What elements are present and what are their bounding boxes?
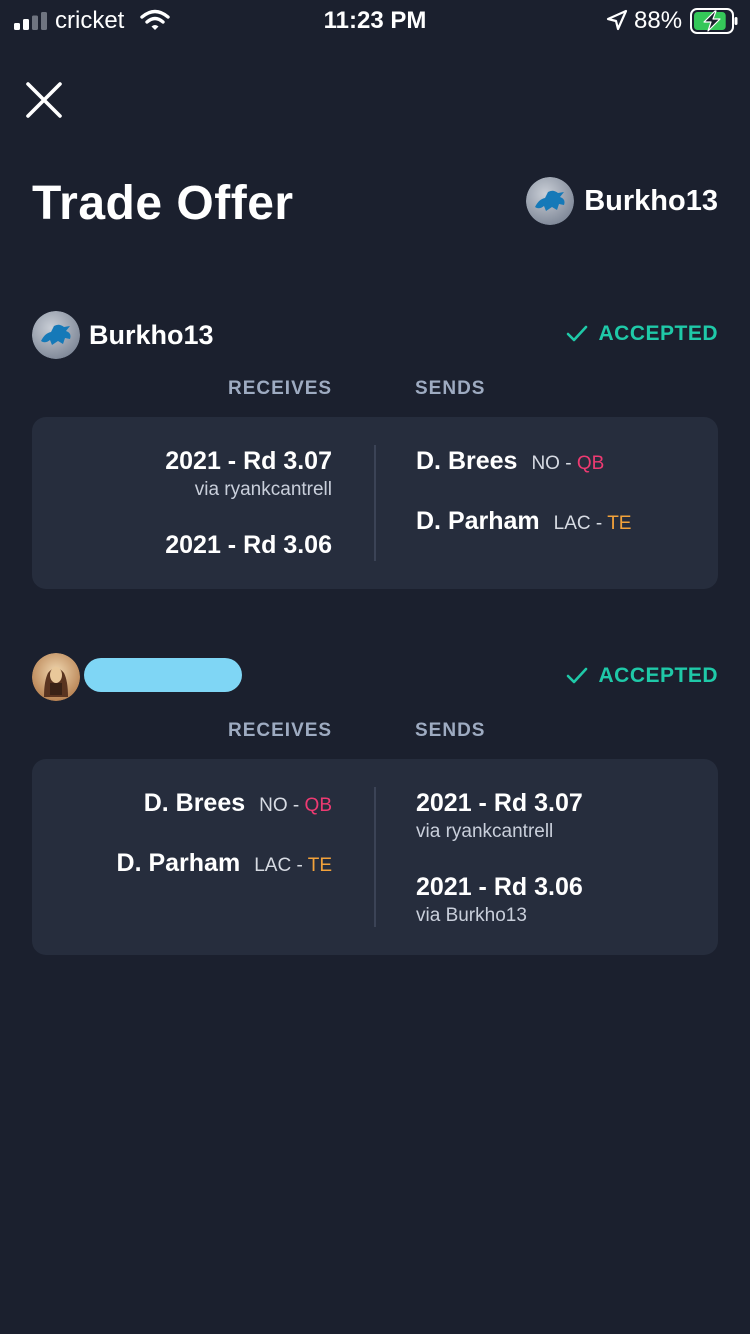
player-name: D. Brees [143,789,246,817]
pick-via: via Burkho13 [416,905,527,926]
page-title: Trade Offer [32,177,294,230]
player-item[interactable]: D. Brees NO - QB [416,447,604,476]
user-avatar [32,653,80,701]
player-position: QB [576,453,605,474]
trade-offer-screen: cricket 11:23 PM 88% Trade Offer Burkho1… [0,0,750,1334]
battery-charging-icon [690,8,738,34]
accepted-status: ACCEPTED [566,322,718,346]
trade-card-2: D. Brees NO - QB D. Parham LAC - TE 2021 -… [32,759,718,955]
player-item[interactable]: D. Parham LAC - TE [117,849,332,878]
pick-item: 2021 - Rd 3.07 via ryankcantrell [165,447,332,501]
header-username: Burkho13 [584,184,718,217]
player-name: D. Brees [416,447,518,475]
pick-title: 2021 - Rd 3.06 [416,873,583,901]
sends-label: SENDS [415,378,486,399]
player-name: D. Parham [416,507,540,535]
party-username: Burkho13 [89,319,214,350]
redacted-username [84,658,242,692]
lions-logo-avatar [32,311,80,359]
player-team: NO - [531,453,577,474]
player-item[interactable]: D. Parham LAC - TE [416,507,631,536]
close-button[interactable] [22,78,66,122]
pick-title: 2021 - Rd 3.07 [416,789,583,817]
pick-title: 2021 - Rd 3.06 [165,531,332,559]
pick-item: 2021 - Rd 3.06 [165,531,332,560]
receives-label: RECEIVES [228,378,333,399]
pick-via: via ryankcantrell [416,821,554,842]
party-header-1: Burkho13 ACCEPTED [32,310,718,360]
player-team: NO - [259,795,305,816]
pick-via: via ryankcantrell [194,479,332,500]
pick-item: 2021 - Rd 3.06 via Burkho13 [416,873,583,927]
player-position: QB [304,795,332,816]
player-team: LAC - [254,855,308,876]
card-divider [374,787,376,927]
battery-percentage: 88% [634,7,683,34]
checkmark-icon [567,325,588,342]
receives-label: RECEIVES [228,720,333,741]
lions-logo-avatar [526,177,575,225]
player-team: LAC - [553,513,608,534]
player-name: D. Parham [116,849,241,877]
player-position: TE [607,513,632,534]
pick-title: 2021 - Rd 3.07 [165,447,332,475]
card-divider [374,445,376,561]
pick-item: 2021 - Rd 3.07 via ryankcantrell [416,789,583,843]
header-user[interactable]: Burkho13 [526,176,718,226]
sends-label: SENDS [415,720,486,741]
accepted-label: ACCEPTED [598,322,718,345]
status-bar: cricket 11:23 PM 88% [0,0,750,42]
trade-card-1: 2021 - Rd 3.07 via ryankcantrell 2021 - … [32,417,718,589]
player-position: TE [307,855,332,876]
checkmark-icon [567,667,588,684]
player-item[interactable]: D. Brees NO - QB [144,789,332,818]
accepted-label: ACCEPTED [598,664,718,687]
accepted-status: ACCEPTED [566,664,718,688]
location-arrow-icon [606,9,628,31]
